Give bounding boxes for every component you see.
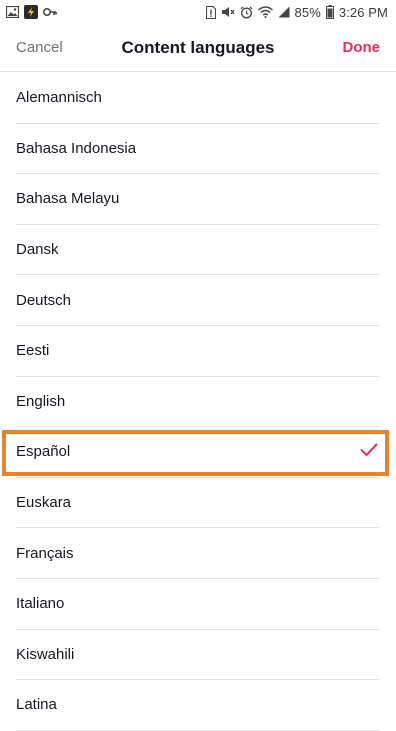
language-list: Alemannisch Bahasa Indonesia Bahasa Mela… [0, 73, 396, 731]
language-label: Kiswahili [16, 645, 75, 663]
language-label: Alemannisch [16, 89, 102, 107]
language-item-bahasa-indonesia[interactable]: Bahasa Indonesia [16, 124, 380, 175]
language-label: Bahasa Melayu [16, 190, 120, 208]
language-item-bahasa-melayu[interactable]: Bahasa Melayu [16, 174, 380, 225]
battery-icon [325, 5, 334, 19]
signal-icon [278, 6, 290, 18]
header-bar: Cancel Content languages Done [0, 24, 396, 72]
language-label: Bahasa Indonesia [16, 139, 137, 157]
language-item-deutsch[interactable]: Deutsch [16, 275, 380, 326]
language-label: Euskara [16, 494, 72, 512]
language-label: Deutsch [16, 291, 72, 309]
language-item-italiano[interactable]: Italiano [16, 579, 380, 630]
sim-alert-icon [205, 5, 216, 19]
status-bar: 85% 3:26 PM [0, 0, 396, 24]
done-button[interactable]: Done [343, 39, 381, 56]
language-label: Italiano [16, 595, 65, 613]
language-item-espanol[interactable]: Español [16, 427, 380, 478]
language-label: Latina [16, 696, 57, 714]
language-item-alemannisch[interactable]: Alemannisch [16, 73, 380, 124]
language-label: Español [16, 443, 71, 461]
language-item-eesti[interactable]: Eesti [16, 326, 380, 377]
checkmark-icon [360, 443, 378, 462]
language-label: English [16, 392, 66, 410]
status-right-icons: 85% 3:26 PM [205, 4, 388, 20]
language-label: Dansk [16, 241, 59, 259]
wifi-icon [257, 6, 273, 18]
language-item-dansk[interactable]: Dansk [16, 225, 380, 276]
alarm-icon [240, 6, 253, 19]
gallery-icon [6, 6, 19, 18]
status-time: 3:26 PM [338, 4, 388, 20]
status-left-icons [6, 5, 57, 19]
language-item-francais[interactable]: Français [16, 528, 380, 579]
language-label: Eesti [16, 342, 50, 360]
language-item-english[interactable]: English [16, 377, 380, 428]
mute-icon [221, 6, 235, 18]
battery-percentage: 85% [294, 4, 321, 20]
key-icon [43, 7, 57, 17]
language-label: Français [16, 544, 74, 562]
language-item-latina[interactable]: Latina [16, 680, 380, 731]
language-item-euskara[interactable]: Euskara [16, 478, 380, 529]
cancel-button[interactable]: Cancel [16, 39, 63, 56]
power-app-icon [24, 5, 38, 19]
language-item-kiswahili[interactable]: Kiswahili [16, 630, 380, 681]
